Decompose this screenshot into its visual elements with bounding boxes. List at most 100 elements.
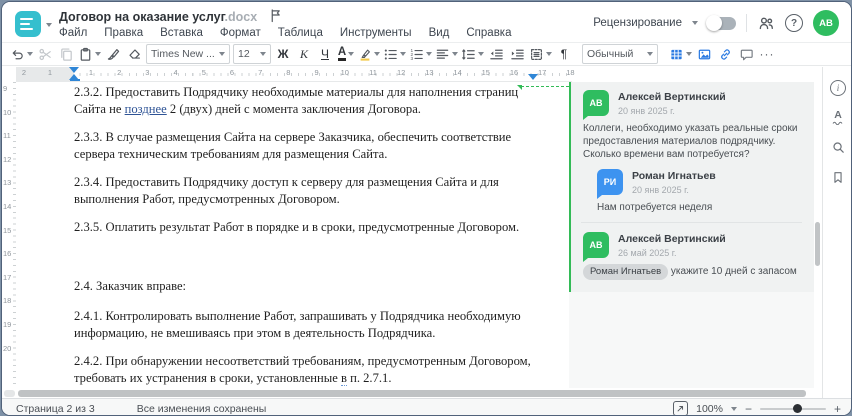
help-icon[interactable]: ?: [785, 14, 803, 32]
insert-comment-button[interactable]: [737, 44, 755, 64]
menu-item-Инструменты[interactable]: Инструменты: [340, 27, 412, 39]
right-indent-marker[interactable]: [528, 74, 538, 80]
document-page[interactable]: 2.3.2. Предоставить Подрядчику необходим…: [16, 82, 569, 388]
zoom-in-button[interactable]: +: [834, 402, 841, 416]
menu-item-Справка[interactable]: Справка: [466, 27, 511, 39]
app-logo-icon[interactable]: [15, 11, 41, 37]
ruler-number: 1: [47, 68, 53, 77]
increase-indent-button[interactable]: [508, 44, 526, 64]
paragraph-borders-button[interactable]: [529, 44, 552, 64]
undo-button[interactable]: [10, 44, 33, 64]
ruler-number: 18: [566, 68, 575, 77]
user-avatar[interactable]: АВ: [813, 10, 839, 36]
scrollbar-left-stub[interactable]: [4, 390, 15, 397]
line-spacing-caret-icon[interactable]: [478, 52, 484, 56]
menu-item-Правка[interactable]: Правка: [104, 27, 143, 39]
insert-table-button[interactable]: [669, 44, 692, 64]
doc-paragraph[interactable]: 2.4. Заказчик вправе:: [74, 278, 546, 295]
menu-item-Таблица[interactable]: Таблица: [278, 27, 323, 39]
doc-paragraph[interactable]: 2.3.5. Оплатить результат Работ в порядк…: [74, 219, 546, 236]
italic-button[interactable]: К: [295, 44, 313, 64]
line-spacing-button[interactable]: [461, 44, 484, 64]
highlight-color-button[interactable]: [358, 44, 380, 64]
menu-item-Файл[interactable]: Файл: [59, 27, 87, 39]
decrease-indent-button[interactable]: [487, 44, 505, 64]
toggle-knob[interactable]: [706, 14, 722, 31]
spellcheck-icon[interactable]: А: [830, 109, 847, 126]
comment-reply[interactable]: РИ Роман Игнатьев 20 янв 2025 г. Нам пот…: [597, 169, 802, 214]
font-color-button[interactable]: А: [337, 44, 355, 64]
bullet-list-button[interactable]: [383, 44, 406, 64]
bullet-list-caret-icon[interactable]: [400, 52, 406, 56]
document-text[interactable]: 2.3.2. Предоставить Подрядчику необходим…: [74, 84, 546, 388]
horizontal-scrollbar[interactable]: [2, 389, 814, 398]
menu-item-Вставка[interactable]: Вставка: [160, 27, 203, 39]
doc-paragraph[interactable]: 2.4.2. При обнаружении несоответствий тр…: [74, 353, 546, 387]
show-paragraph-marks-button[interactable]: ¶: [555, 44, 573, 64]
ruler-number: 3: [145, 68, 150, 77]
paragraph-style-caret-icon: [647, 52, 653, 56]
vertical-scrollbar[interactable]: [814, 82, 822, 388]
align-button[interactable]: [435, 44, 458, 64]
reply-text[interactable]: Нам потребуется неделя: [597, 201, 802, 214]
comment-thread-card[interactable]: АВ Алексей Вертинский 20 янв 2025 г. Кол…: [571, 82, 814, 292]
paragraph-borders-caret-icon[interactable]: [546, 52, 552, 56]
format-painter-button[interactable]: [104, 44, 122, 64]
ruler-number: 14: [3, 202, 12, 211]
logo-dropdown-caret-icon[interactable]: [46, 23, 52, 27]
review-mode-label[interactable]: Рецензирование: [593, 17, 682, 29]
left-indent-base[interactable]: [70, 79, 80, 81]
comment-text[interactable]: Роман Игнатьев укажите 10 дней с запасом: [583, 264, 802, 280]
comment-text[interactable]: Коллеги, необходимо указать реальные сро…: [583, 122, 802, 161]
menu-item-Вид[interactable]: Вид: [429, 27, 450, 39]
fit-width-icon[interactable]: [673, 401, 689, 415]
search-icon[interactable]: [830, 139, 847, 156]
vertical-ruler[interactable]: 9 10 11 12 13 14 15 16 17 18 19 20: [2, 82, 16, 388]
copy-button[interactable]: [57, 44, 75, 64]
horizontal-scrollbar-thumb[interactable]: [18, 390, 806, 397]
undo-caret-icon[interactable]: [27, 52, 33, 56]
zoom-out-button[interactable]: −: [745, 402, 752, 416]
doc-paragraph[interactable]: 2.3.3. В случае размещения Сайта на серв…: [74, 129, 546, 163]
zoom-value[interactable]: 100%: [696, 403, 723, 415]
font-name-select[interactable]: Times New ...: [146, 44, 230, 64]
zoom-slider[interactable]: [759, 403, 826, 413]
insert-link-button[interactable]: [716, 44, 734, 64]
highlight-caret-icon[interactable]: [374, 52, 380, 56]
zoom-slider-handle[interactable]: [792, 403, 802, 413]
underline-button[interactable]: Ч: [316, 44, 334, 64]
favorite-flag-icon[interactable]: [269, 8, 282, 23]
font-color-caret-icon[interactable]: [348, 52, 355, 56]
review-caret-icon[interactable]: [692, 21, 698, 25]
about-info-icon[interactable]: i: [830, 79, 847, 96]
font-size-select[interactable]: 12: [233, 44, 271, 64]
cut-button[interactable]: [36, 44, 54, 64]
menu-item-Формат[interactable]: Формат: [220, 27, 261, 39]
paragraph-style-select[interactable]: Обычный: [582, 44, 658, 64]
horizontal-ruler[interactable]: 21 1 2 3 4 5 6 7 8 9 10 11 12 13 14 15 16 17 18: [16, 67, 575, 82]
paste-caret-icon[interactable]: [95, 52, 101, 56]
toolbar-more-button[interactable]: ···: [758, 44, 776, 64]
numbered-list-button[interactable]: 123: [409, 44, 432, 64]
insert-table-caret-icon[interactable]: [686, 52, 692, 56]
align-caret-icon[interactable]: [452, 52, 458, 56]
doc-paragraph[interactable]: 2.3.4. Предоставить Подрядчику доступ к …: [74, 174, 546, 208]
numbered-list-caret-icon[interactable]: [426, 52, 432, 56]
vertical-scrollbar-thumb[interactable]: [815, 222, 820, 266]
bold-button[interactable]: Ж: [274, 44, 292, 64]
ruler-number: 11: [3, 131, 11, 141]
review-toggle[interactable]: [706, 14, 736, 31]
ruler-number: 15: [3, 225, 12, 235]
doc-paragraph[interactable]: 2.3.2. Предоставить Подрядчику необходим…: [74, 84, 546, 118]
bookmark-navigation-icon[interactable]: [830, 169, 847, 186]
insert-image-button[interactable]: [695, 44, 713, 64]
zoom-caret-icon[interactable]: [730, 406, 737, 411]
doc-paragraph[interactable]: 2.4.1. Контролировать выполнение Работ, …: [74, 308, 546, 342]
page-indicator[interactable]: Страница 2 из 3: [16, 403, 95, 415]
first-line-indent-marker[interactable]: [69, 67, 79, 73]
collaboration-users-icon[interactable]: [757, 15, 775, 31]
paste-button[interactable]: [78, 44, 101, 64]
mention-pill[interactable]: Роман Игнатьев: [583, 264, 669, 280]
ruler-number: 9: [314, 68, 319, 77]
clear-style-eraser-button[interactable]: [125, 44, 143, 64]
